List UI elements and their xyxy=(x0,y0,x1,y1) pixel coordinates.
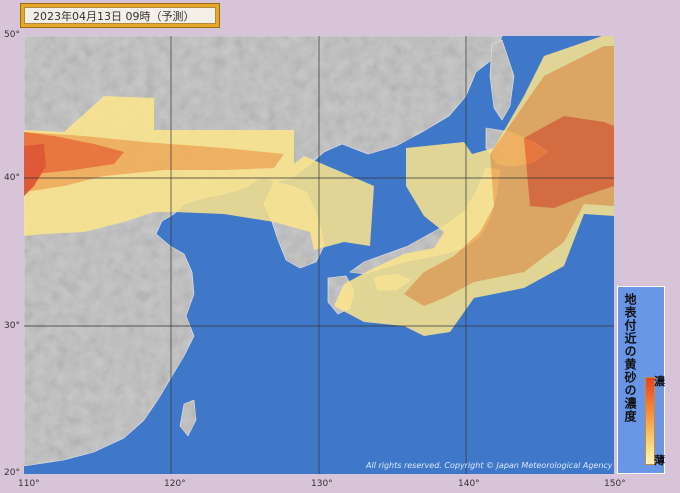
lat-label-40: 40° xyxy=(4,173,20,183)
legend-low-label: 薄 xyxy=(654,454,665,467)
map-svg xyxy=(24,36,614,474)
lat-label-30: 30° xyxy=(4,321,20,331)
lon-label-120: 120° xyxy=(164,479,186,489)
dust-map xyxy=(24,36,614,474)
lat-label-20: 20° xyxy=(4,468,20,478)
lon-label-110: 110° xyxy=(18,479,40,489)
map-title: 2023年04月13日 09時（予測） xyxy=(24,7,216,24)
lat-label-50: 50° xyxy=(4,30,20,40)
legend-high-label: 濃 xyxy=(654,375,665,388)
lon-label-130: 130° xyxy=(311,479,333,489)
title-box: 2023年04月13日 09時（予測） xyxy=(20,3,220,28)
copyright-notice: All rights reserved. Copyright © Japan M… xyxy=(366,461,613,470)
legend-title: 地表付近の黄砂の濃度 xyxy=(623,293,637,423)
lon-label-150: 150° xyxy=(604,479,626,489)
legend: 地表付近の黄砂の濃度 濃 薄 xyxy=(617,286,665,474)
lon-label-140: 140° xyxy=(458,479,480,489)
